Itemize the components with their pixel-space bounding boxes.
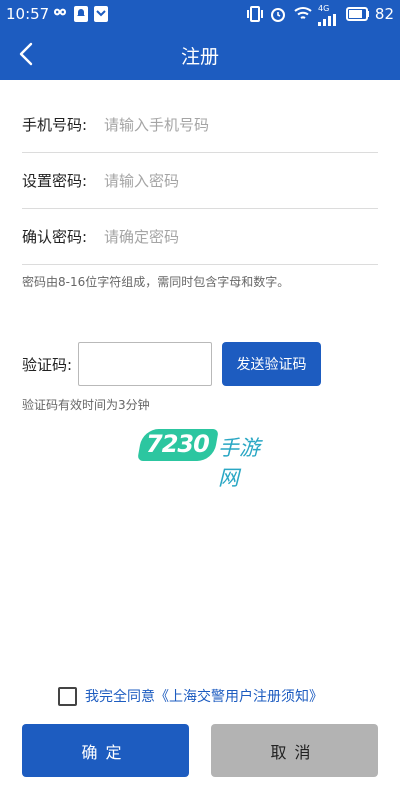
password-label: 设置密码: — [22, 172, 88, 190]
password-row: 设置密码: — [22, 153, 378, 209]
infinity-icon — [50, 5, 70, 23]
page-title: 注册 — [180, 46, 219, 68]
app-header: 注册 — [0, 28, 400, 80]
vibrate-icon — [246, 6, 264, 26]
password-hint: 密码由8-16位字符组成，需同时包含字母和数字。 — [22, 275, 290, 289]
confirm-password-label: 确认密码: — [22, 228, 88, 246]
confirm-password-input[interactable] — [104, 227, 364, 246]
watermark-number: 7230 — [146, 430, 210, 458]
agreement-text: 我完全同意 — [85, 689, 155, 705]
wifi-icon — [294, 6, 312, 26]
agreement-checkbox[interactable] — [58, 686, 77, 706]
notification-icon — [74, 6, 88, 26]
alarm-icon — [270, 6, 286, 26]
verify-code-label: 验证码: — [22, 356, 73, 374]
send-code-button[interactable]: 发送验证码 — [222, 342, 321, 386]
confirm-password-row: 确认密码: — [22, 209, 378, 265]
verify-code-hint: 验证码有效时间为3分钟 — [22, 398, 150, 412]
phone-row: 手机号码: — [22, 97, 378, 153]
watermark-logo: 7230 手游网 — [137, 426, 280, 490]
status-time: 10:57 — [6, 5, 50, 23]
password-input[interactable] — [104, 171, 364, 190]
agreement-row: 我完全同意 《上海交警用户注册须知》 — [58, 686, 323, 706]
battery-icon — [346, 7, 370, 25]
phone-label: 手机号码: — [22, 116, 88, 134]
verify-code-input[interactable] — [78, 342, 212, 386]
confirm-button[interactable]: 确定 — [22, 724, 189, 777]
mail-icon — [94, 6, 108, 26]
agreement-link[interactable]: 《上海交警用户注册须知》 — [155, 686, 323, 706]
phone-input[interactable] — [104, 115, 364, 134]
battery-level: 82 — [374, 5, 394, 23]
status-bar: 10:57 4G 82 — [0, 0, 400, 28]
watermark-text: 手游网 — [218, 436, 260, 490]
cancel-button[interactable]: 取消 — [211, 724, 378, 777]
